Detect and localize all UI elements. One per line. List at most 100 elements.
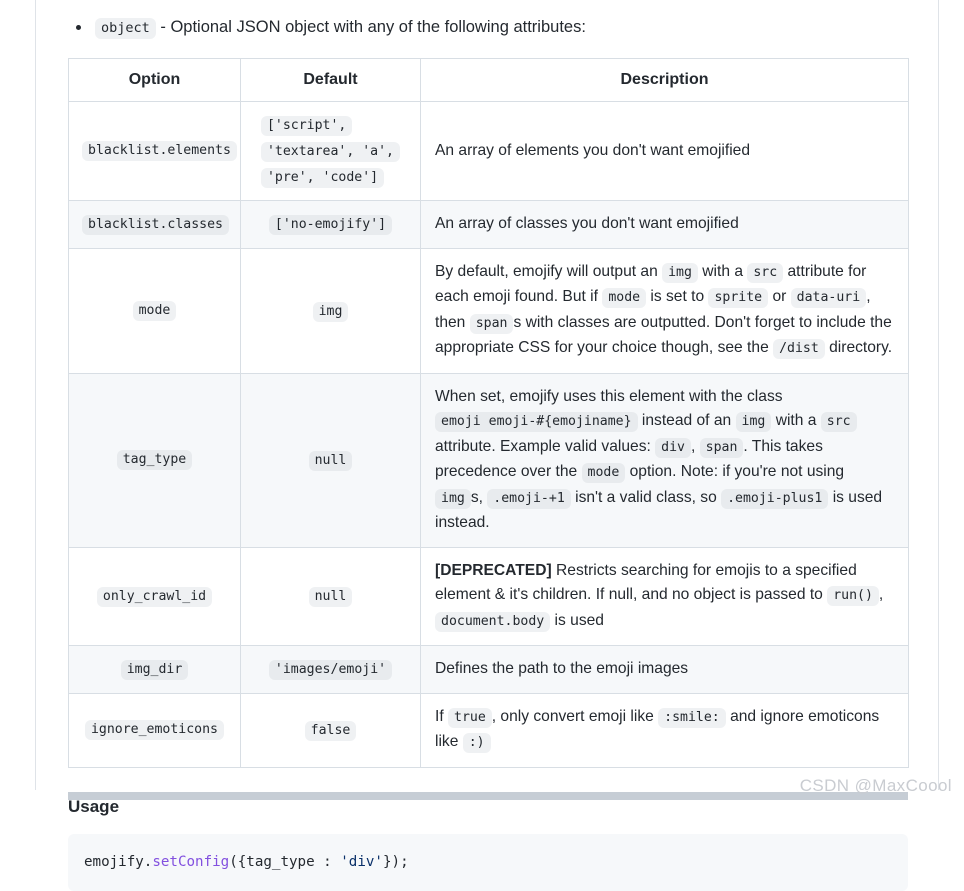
code-token: ({tag_type : (229, 853, 341, 870)
option-name-code: ignore_emoticons (84, 720, 225, 741)
cell-option: blacklist.classes (68, 200, 241, 249)
cell-default: ['script', 'textarea', 'a', 'pre', 'code'] (240, 101, 421, 201)
cell-description: An array of classes you don't want emoji… (420, 200, 909, 249)
inline-code: sprite (708, 288, 769, 308)
inline-code: mode (581, 463, 626, 483)
option-name-code: mode (132, 300, 177, 321)
column-header-option: Option (68, 58, 241, 102)
options-table: Option Default Description blacklist.ele… (68, 58, 909, 768)
inline-code: mode (602, 288, 647, 308)
default-value-wrapper: img (312, 298, 349, 324)
inline-code: img (662, 262, 698, 283)
inline-code: data-uri (790, 288, 867, 308)
inline-code: src (820, 412, 857, 432)
inline-code: .emoji-plus1 (721, 488, 829, 509)
description-text: When set, emojify uses this element with… (435, 387, 783, 405)
default-value-code: null (308, 451, 353, 471)
table-row: ignore_emoticons false If true, only conve… (68, 692, 909, 768)
description-text: If (435, 707, 448, 725)
cell-default: null (240, 372, 421, 548)
default-value-code: img (312, 301, 349, 322)
default-value-wrapper: false (304, 717, 357, 743)
table-row: mode img By default, emojify will output a… (68, 247, 909, 374)
watermark-text: CSDN @MaxCoool (799, 776, 952, 795)
inline-code: :) (462, 733, 491, 753)
inline-code: :smile: (658, 707, 726, 728)
cell-option: mode (68, 247, 241, 374)
option-name-code: only_crawl_id (96, 586, 213, 607)
description-text: , (690, 437, 700, 455)
default-value-wrapper: null (308, 447, 353, 473)
list-item: object - Optional JSON object with any o… (68, 14, 908, 41)
option-name-code: blacklist.classes (82, 214, 229, 235)
code-token: 'div' (340, 853, 383, 870)
horizontal-scrollbar[interactable] (68, 792, 908, 800)
default-value-code: 'pre', 'code'] (260, 168, 385, 188)
description-text: is set to (646, 288, 709, 305)
description-text: with a (697, 262, 748, 280)
description-text: isn't a valid class, so (570, 488, 722, 506)
cell-default: img (240, 247, 421, 374)
table-row: only_crawl_id null [DEPRECATED] Restricts … (68, 546, 909, 646)
default-value-code: 'textarea', 'a', (260, 142, 401, 162)
cell-default: null (240, 546, 421, 646)
attributes-bullet-list: object - Optional JSON object with any o… (68, 14, 908, 41)
default-value-code: 'images/emoji' (268, 660, 393, 681)
default-value-code: false (304, 721, 357, 741)
cell-option: img_dir (68, 645, 241, 694)
column-header-description: Description (420, 58, 909, 102)
table-row: blacklist.classes ['no-emojify'] An array … (68, 200, 909, 249)
description-text: attribute. Example valid values: (435, 437, 656, 455)
inline-code: .emoji-+1 (487, 488, 571, 509)
description-text: s, (470, 488, 488, 506)
cell-option: ignore_emoticons (68, 692, 241, 768)
table-row: blacklist.elements ['script', 'textarea', … (68, 101, 909, 201)
options-table-body: blacklist.elements ['script', 'textarea', … (68, 101, 909, 768)
options-table-head: Option Default Description (68, 58, 909, 102)
table-row: img_dir 'images/emoji' Defines the path to… (68, 645, 909, 694)
bullet-item-text: - Optional JSON object with any of the f… (155, 18, 586, 36)
code-token: setConfig (152, 853, 230, 870)
option-name-code: img_dir (120, 659, 189, 680)
inline-code: run() (827, 586, 879, 606)
inline-code: span (699, 437, 744, 458)
usage-code-block: emojify.setConfig({tag_type : 'div'}); (68, 833, 908, 891)
description-text: An array of elements you don't want emoj… (435, 141, 751, 159)
cell-description: An array of elements you don't want emoj… (420, 101, 909, 201)
description-text: with a (771, 412, 821, 429)
inline-code: src (747, 262, 784, 283)
default-value-wrapper: 'images/emoji' (268, 656, 393, 682)
cell-option: blacklist.elements (68, 101, 241, 201)
description-text: directory. (824, 339, 893, 356)
column-header-default: Default (240, 58, 421, 102)
deprecated-label: [DEPRECATED] (435, 561, 552, 579)
description-text: or (768, 288, 791, 305)
inline-code: div (655, 437, 691, 458)
inline-code: img (435, 488, 471, 509)
description-text: By default, emojify will output an (435, 262, 663, 280)
default-value-wrapper: ['script', 'textarea', 'a', 'pre', 'code'] (260, 112, 401, 190)
description-text: Defines the path to the emoji images (435, 660, 689, 677)
cell-description: Defines the path to the emoji images (420, 645, 909, 694)
default-value-wrapper: ['no-emojify'] (268, 211, 393, 237)
default-value-code: ['no-emojify'] (268, 215, 393, 236)
description-text: , only convert emoji like (491, 707, 659, 725)
description-text: is used (550, 611, 604, 629)
code-token: }); (382, 853, 409, 870)
description-text: An array of classes you don't want emoji… (435, 215, 739, 232)
document-content: object - Optional JSON object with any o… (68, 0, 909, 891)
description-text: , (878, 586, 884, 603)
inline-code: document.body (435, 611, 551, 632)
description-text: option. Note: if you're not using (625, 463, 845, 480)
default-value-wrapper: null (308, 583, 353, 609)
inline-code: img (735, 412, 772, 432)
inline-code: span (469, 313, 514, 334)
inline-code: emoji emoji-#{emojiname} (435, 412, 638, 432)
cell-default: ['no-emojify'] (240, 200, 421, 249)
cell-description: By default, emojify will output an img w… (420, 247, 909, 374)
option-name-code: tag_type (116, 450, 193, 471)
cell-default: false (240, 692, 421, 768)
code-token: emojify. (84, 853, 153, 870)
option-name-code: blacklist.elements (82, 141, 237, 162)
cell-description: [DEPRECATED] Restricts searching for emo… (420, 546, 909, 646)
